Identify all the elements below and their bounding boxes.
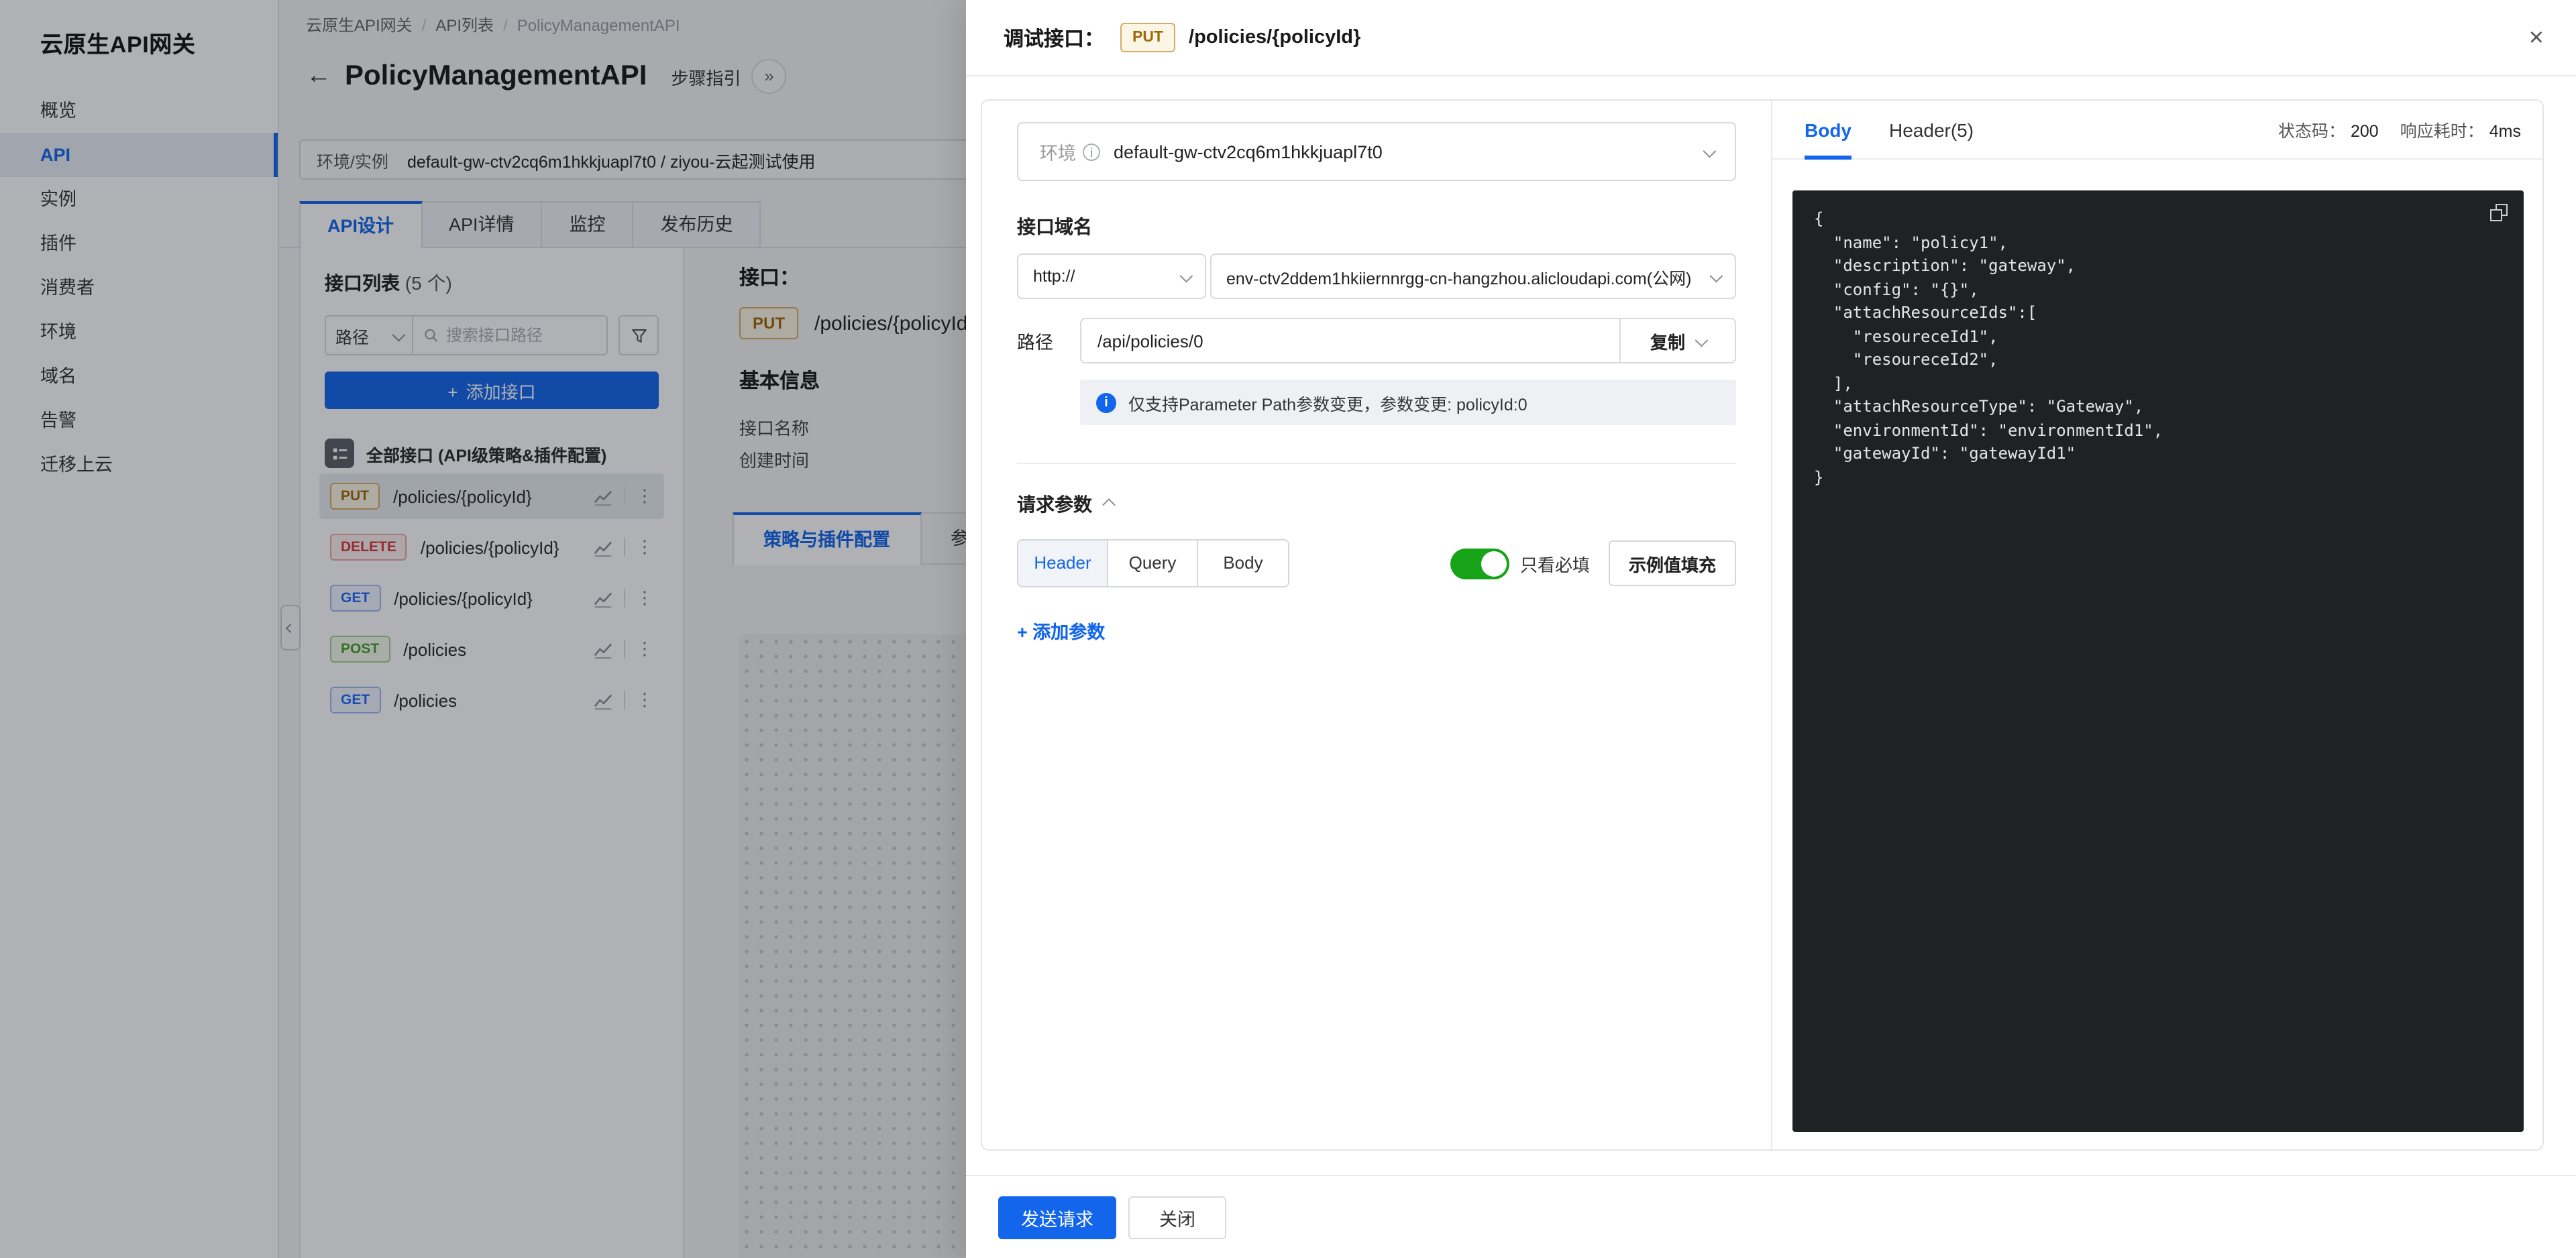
section-divider	[1017, 463, 1736, 464]
chevron-down-icon	[1180, 269, 1193, 282]
status-code-value: 200	[2351, 122, 2379, 141]
add-param-link[interactable]: + 添加参数	[1017, 617, 1105, 644]
app-root: 云原生API网关 概览 API 实例 插件 消费者 环境 域名 告警 迁移上云 …	[0, 0, 2576, 1258]
close-button[interactable]: 关闭	[1128, 1196, 1226, 1239]
required-only-toggle[interactable]	[1450, 548, 1509, 579]
required-only-label: 只看必填	[1520, 551, 1590, 576]
chevron-up-icon	[1102, 498, 1116, 511]
copy-button[interactable]: 复制	[1621, 318, 1736, 363]
drawer-title: 调试接口：	[1004, 23, 1104, 52]
request-params-header[interactable]: 请求参数	[1017, 491, 1736, 518]
copy-icon[interactable]	[2490, 204, 2508, 221]
send-request-button[interactable]: 发送请求	[998, 1196, 1116, 1239]
param-tab-body[interactable]: Body	[1198, 540, 1288, 586]
domain-select[interactable]: env-ctv2ddem1hkiiernnrgg-cn-hangzhou.ali…	[1210, 253, 1736, 299]
domain-row: http:// env-ctv2ddem1hkiiernnrgg-cn-hang…	[1017, 253, 1736, 299]
param-controls-row: Header Query Body 只看必填 示例值填充	[1017, 539, 1736, 587]
info-icon: i	[1096, 392, 1116, 412]
toggle-knob	[1481, 551, 1507, 576]
param-tab-query[interactable]: Query	[1108, 540, 1198, 586]
environment-select-value: default-gw-ctv2cq6m1hkkjuapl7t0	[1114, 141, 1383, 162]
path-field-label: 路径	[1017, 327, 1080, 354]
method-badge: PUT	[1120, 23, 1175, 52]
request-form: 环境 i default-gw-ctv2cq6m1hkkjuapl7t0 接口域…	[982, 101, 1772, 1149]
response-tab-body[interactable]: Body	[1805, 100, 1851, 159]
path-hint-banner: i 仅支持Parameter Path参数变更，参数变更: policyId:0	[1080, 380, 1736, 425]
close-icon[interactable]: ×	[2529, 25, 2544, 50]
response-status: 状态码： 200 响应耗时： 4ms	[2278, 117, 2521, 142]
fill-example-button[interactable]: 示例值填充	[1609, 540, 1736, 586]
latency-label: 响应耗时：	[2400, 122, 2484, 141]
drawer-footer: 发送请求 关闭	[966, 1175, 2576, 1258]
param-tab-header[interactable]: Header	[1018, 540, 1108, 586]
chevron-down-icon	[1695, 333, 1709, 347]
response-panel: Body Header(5) 状态码： 200 响应耗时： 4ms { "name":…	[1772, 101, 2542, 1149]
chevron-down-icon	[1710, 269, 1723, 282]
debug-api-drawer: 调试接口： PUT /policies/{policyId} × 环境 i de…	[966, 0, 2576, 1258]
environment-select[interactable]: 环境 i default-gw-ctv2cq6m1hkkjuapl7t0	[1017, 122, 1736, 181]
modal-overlay[interactable]	[0, 0, 966, 1258]
response-body-json: { "name": "policy1", "description": "gat…	[1792, 190, 2524, 507]
domain-field-label: 接口域名	[1017, 213, 1736, 240]
path-row: 路径 复制	[1017, 318, 1736, 363]
response-body-terminal: { "name": "policy1", "description": "gat…	[1792, 190, 2524, 1132]
environment-select-label: 环境	[1040, 138, 1076, 165]
path-input[interactable]	[1080, 318, 1621, 363]
param-type-tabs: Header Query Body	[1017, 539, 1289, 587]
debug-container: 环境 i default-gw-ctv2cq6m1hkkjuapl7t0 接口域…	[981, 99, 2544, 1151]
chevron-down-icon	[1703, 144, 1717, 158]
response-tab-header[interactable]: Header(5)	[1889, 100, 1974, 159]
response-header: Body Header(5) 状态码： 200 响应耗时： 4ms	[1772, 101, 2542, 160]
status-code-label: 状态码：	[2278, 122, 2345, 141]
drawer-header: 调试接口： PUT /policies/{policyId} ×	[966, 0, 2576, 76]
info-icon: i	[1083, 143, 1100, 160]
path-hint-text: 仅支持Parameter Path参数变更，参数变更: policyId:0	[1128, 390, 1527, 415]
scheme-select[interactable]: http://	[1017, 253, 1206, 299]
latency-value: 4ms	[2489, 122, 2521, 141]
drawer-api-path: /policies/{policyId}	[1189, 27, 1360, 48]
